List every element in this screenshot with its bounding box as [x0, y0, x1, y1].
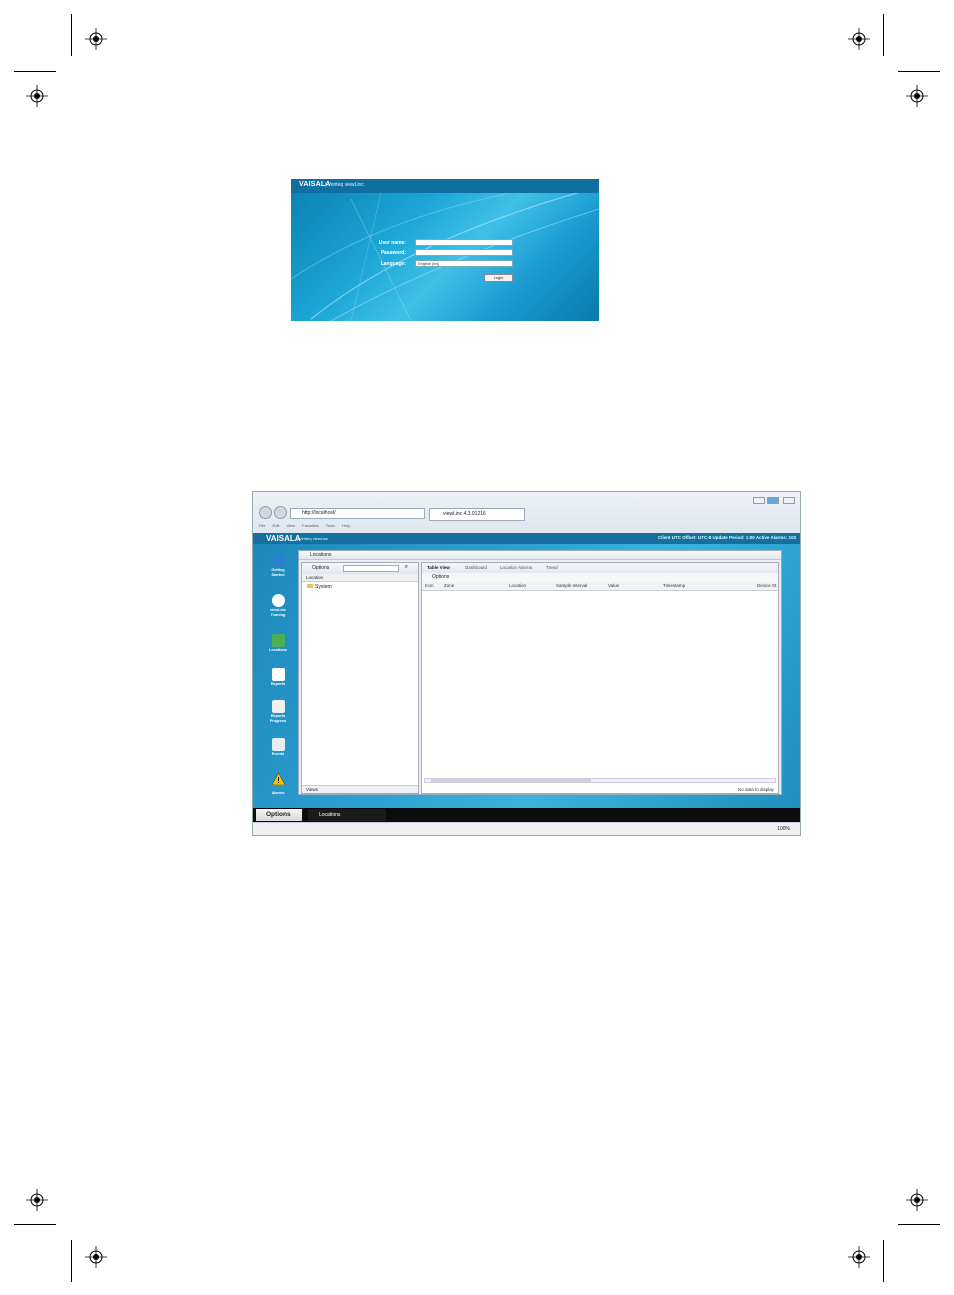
registration-mark-icon: [906, 1189, 928, 1211]
sidebar-item-locations[interactable]: Locations: [265, 634, 291, 653]
registration-mark-icon: [848, 1246, 870, 1268]
sidebar-item-events[interactable]: Events: [265, 738, 291, 757]
zoom-level[interactable]: 100%: [777, 826, 790, 832]
username-label: User name:: [378, 240, 406, 246]
sidebar-item-training[interactable]: viewLinc Training: [265, 594, 291, 618]
sidebar-item-reports[interactable]: Reports: [265, 668, 291, 687]
search-input[interactable]: [343, 565, 399, 572]
password-label: Password:: [380, 250, 406, 256]
help-icon: [271, 554, 285, 567]
tree-header: Location: [302, 574, 418, 582]
tree-item-label: System: [315, 584, 332, 590]
taskbar-window-locations[interactable]: Locations: [308, 809, 386, 821]
tab-trend[interactable]: Trend: [546, 565, 558, 570]
back-icon[interactable]: [259, 506, 272, 519]
scroll-thumb[interactable]: [431, 779, 591, 782]
locations-icon: [271, 634, 285, 647]
sidebar-item-label: Alarms: [271, 791, 285, 795]
folder-icon: [307, 584, 313, 588]
username-field[interactable]: [415, 239, 513, 246]
column-header[interactable]: Timestamp: [663, 583, 685, 588]
password-field[interactable]: [415, 249, 513, 256]
location-tree-pane: Options ⌕ Location System Views: [301, 562, 419, 794]
minimize-icon[interactable]: [753, 497, 765, 504]
search-icon[interactable]: ⌕: [405, 564, 408, 571]
crop-mark-top-left-v: [71, 14, 72, 56]
vaisala-logo: VAISALA: [266, 534, 301, 543]
table-header: Icon Zone Location Sample Interval Value…: [422, 582, 778, 591]
views-bar[interactable]: Views: [302, 785, 418, 793]
column-header[interactable]: Value: [608, 583, 619, 588]
locations-window: Locations Options ⌕ Location System View…: [298, 550, 782, 795]
app-body: Getting Started viewLinc Training Locati…: [253, 544, 800, 808]
browser-menu[interactable]: File Edit View Favorites Tools Help: [259, 523, 350, 528]
language-select[interactable]: English [en]: [415, 260, 513, 267]
no-data-message: No data to display: [737, 787, 774, 792]
product-name: | Veriteq viewLinc: [325, 182, 364, 188]
crop-mark-top-right-v: [883, 14, 884, 56]
reports-icon: [271, 668, 285, 681]
sidebar-item-label: viewLinc Training: [269, 608, 287, 617]
crop-mark-bottom-right-v: [883, 1240, 884, 1282]
crop-mark-bottom-left-h: [14, 1224, 56, 1225]
column-header[interactable]: Icon: [425, 583, 434, 588]
column-header[interactable]: Location: [509, 583, 526, 588]
taskbar: Options Locations: [253, 808, 800, 822]
tree-item-system[interactable]: System: [307, 584, 332, 590]
training-icon: [271, 594, 285, 607]
registration-mark-icon: [906, 85, 928, 107]
sidebar-item-label: Reports Progress: [269, 714, 287, 723]
sidebar-item-label: Reports: [270, 682, 286, 686]
tab-dashboard[interactable]: Dashboard: [465, 565, 487, 570]
registration-mark-icon: [85, 1246, 107, 1268]
status-text: Client UTC Offset: UTC-8 Update Period: …: [658, 535, 796, 540]
sidebar-item-label: Events: [271, 752, 285, 756]
sidebar-item-label: Getting Started: [271, 568, 285, 577]
alarm-icon: [271, 772, 285, 786]
window-title: Locations: [299, 551, 781, 560]
language-value: English [en]: [418, 261, 439, 266]
forward-icon[interactable]: [274, 506, 287, 519]
address-bar[interactable]: http://localhost/: [290, 508, 425, 519]
product-name: | Veriteq viewLinc: [297, 536, 329, 541]
reports-progress-icon: [271, 700, 285, 713]
registration-mark-icon: [848, 28, 870, 50]
horizontal-scrollbar[interactable]: [424, 778, 776, 783]
login-screen-figure: VAISALA | Veriteq viewLinc User name: Pa…: [291, 179, 599, 321]
options-button[interactable]: Options: [432, 574, 449, 580]
app-screen-figure: http://localhost/ viewLinc 4.3.01216 Fil…: [252, 491, 801, 836]
sidebar-item-getting-started[interactable]: Getting Started: [265, 554, 291, 578]
language-label: Language:: [380, 261, 406, 267]
browser-tab[interactable]: viewLinc 4.3.01216: [429, 508, 525, 521]
sidebar-item-label: Locations: [269, 648, 287, 652]
maximize-icon[interactable]: [767, 497, 779, 504]
registration-mark-icon: [26, 85, 48, 107]
crop-mark-top-right-h: [898, 71, 940, 72]
column-header[interactable]: Device St: [757, 583, 776, 588]
options-button[interactable]: Options: [312, 565, 329, 571]
sidebar-item-alarms[interactable]: Alarms: [265, 772, 291, 796]
sidebar-item-reports-progress[interactable]: Reports Progress: [265, 700, 291, 724]
registration-mark-icon: [26, 1189, 48, 1211]
browser-status-bar: 100%: [253, 822, 800, 835]
browser-chrome: http://localhost/ viewLinc 4.3.01216 Fil…: [253, 492, 800, 533]
login-button[interactable]: Login: [484, 274, 513, 282]
app-header: VAISALA | Veriteq viewLinc Client UTC Of…: [253, 533, 800, 544]
close-icon[interactable]: [783, 497, 795, 504]
column-header[interactable]: Zone: [444, 583, 454, 588]
registration-mark-icon: [85, 28, 107, 50]
events-icon: [271, 738, 285, 751]
crop-mark-bottom-right-h: [898, 1224, 940, 1225]
column-header[interactable]: Sample Interval: [556, 583, 587, 588]
location-detail-pane: Table View Dashboard Location Alarms Tre…: [421, 562, 779, 794]
options-menu-button[interactable]: Options: [256, 809, 302, 821]
tab-location-alarms[interactable]: Location Alarms: [500, 565, 532, 570]
tab-table-view[interactable]: Table View: [427, 565, 450, 570]
crop-mark-bottom-left-v: [71, 1240, 72, 1282]
crop-mark-top-left-h: [14, 71, 56, 72]
